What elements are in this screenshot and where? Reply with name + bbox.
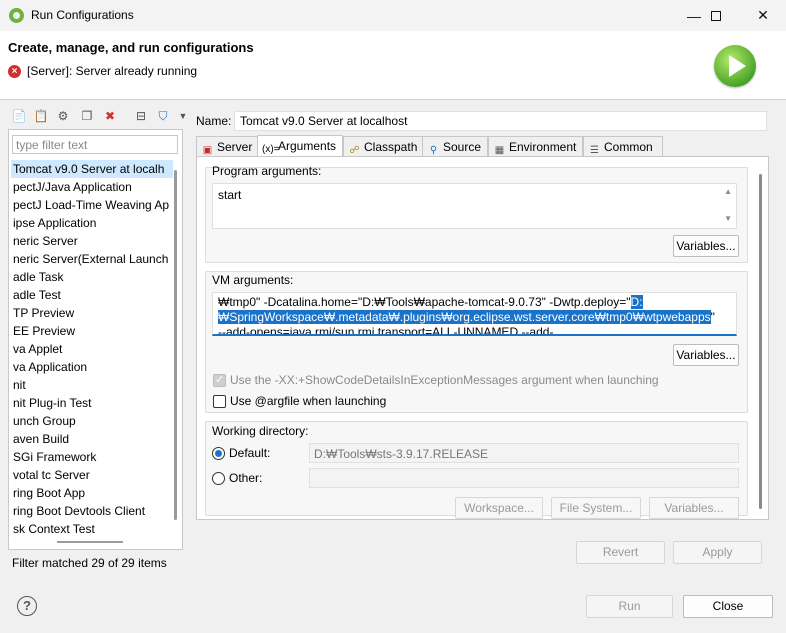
config-list: Tomcat v9.0 Server at localh pectJ/Java … bbox=[11, 160, 173, 540]
vm-arguments-label: VM arguments: bbox=[212, 273, 294, 287]
config-tree-pane: Tomcat v9.0 Server at localh pectJ/Java … bbox=[8, 129, 183, 550]
close-button[interactable]: Close bbox=[683, 595, 773, 618]
delete-icon[interactable]: ✖ bbox=[101, 107, 119, 125]
list-item[interactable]: TP Preview bbox=[11, 304, 173, 322]
vm-args-selected: D: bbox=[630, 295, 643, 309]
program-variables-button[interactable]: Variables... bbox=[673, 235, 739, 257]
vm-args-line1: ₩tmp0" -Dcatalina.home="D:₩Tools₩apache-… bbox=[218, 295, 631, 309]
list-item[interactable]: neric Server(External Launch bbox=[11, 250, 173, 268]
tab-common[interactable]: ☰ Common bbox=[583, 136, 663, 156]
list-item[interactable]: ring Boot App bbox=[11, 484, 173, 502]
new-prototype-icon[interactable]: 📋 bbox=[32, 107, 50, 125]
list-item[interactable]: ring Boot Devtools Client bbox=[11, 502, 173, 520]
list-item[interactable]: pectJ/Java Application bbox=[11, 178, 173, 196]
vm-arguments-group: VM arguments: ₩tmp0" -Dcatalina.home="D:… bbox=[205, 271, 748, 413]
vm-variables-button[interactable]: Variables... bbox=[673, 344, 739, 366]
other-radio[interactable] bbox=[212, 472, 225, 485]
panel-vertical-scrollbar[interactable] bbox=[759, 174, 762, 509]
apply-button[interactable]: Apply bbox=[673, 541, 762, 564]
title-bar: Run Configurations — ✕ bbox=[0, 0, 786, 31]
error-icon: × bbox=[8, 65, 21, 78]
filter-menu-icon[interactable]: ▼ bbox=[174, 107, 192, 125]
list-item[interactable]: unch Group bbox=[11, 412, 173, 430]
scroll-down-icon[interactable]: ▼ bbox=[724, 214, 732, 223]
list-item[interactable]: nit Plug-in Test bbox=[11, 394, 173, 412]
arguments-icon: (x)= bbox=[262, 144, 280, 155]
collapse-all-icon[interactable]: ⊟ bbox=[132, 107, 150, 125]
default-directory-field: D:₩Tools₩sts-3.9.17.RELEASE bbox=[309, 443, 739, 463]
list-item[interactable]: adle Test bbox=[11, 286, 173, 304]
list-horizontal-scrollbar[interactable] bbox=[57, 541, 123, 543]
header-title: Create, manage, and run configurations bbox=[8, 40, 254, 55]
default-label: Default: bbox=[229, 446, 271, 460]
list-item[interactable]: aven Build bbox=[11, 430, 173, 448]
help-icon[interactable]: ? bbox=[17, 596, 37, 616]
showcode-checkbox[interactable] bbox=[213, 373, 226, 387]
tab-server[interactable]: ▣ Server bbox=[196, 136, 258, 156]
name-input[interactable]: Tomcat v9.0 Server at localhost bbox=[234, 111, 767, 131]
list-vertical-scrollbar[interactable] bbox=[174, 170, 177, 520]
argfile-checkbox[interactable] bbox=[213, 395, 226, 408]
list-item[interactable]: adle Task bbox=[11, 268, 173, 286]
spring-app-icon bbox=[9, 8, 24, 23]
list-item[interactable]: va Application bbox=[11, 358, 173, 376]
program-arguments-textarea[interactable]: start ▲ ▼ bbox=[212, 183, 737, 229]
program-arguments-label: Program arguments: bbox=[212, 164, 322, 178]
list-item[interactable]: va Applet bbox=[11, 340, 173, 358]
tab-environment[interactable]: ▦ Environment bbox=[488, 136, 583, 156]
list-item[interactable]: neric Server bbox=[11, 232, 173, 250]
vm-args-selected-path: ₩SpringWorkspace₩.metadata₩.plugins₩org.… bbox=[218, 310, 711, 324]
list-item[interactable]: nit bbox=[11, 376, 173, 394]
filter-icon[interactable]: ⛉ bbox=[154, 107, 172, 125]
tab-classpath[interactable]: ☍ Classpath bbox=[343, 136, 423, 156]
working-directory-label: Working directory: bbox=[212, 424, 309, 438]
header-message: [Server]: Server already running bbox=[27, 64, 198, 78]
run-button[interactable]: Run bbox=[586, 595, 673, 618]
showcode-label: Use the -XX:+ShowCodeDetailsInExceptionM… bbox=[230, 373, 659, 387]
vm-args-line2-end: " bbox=[710, 310, 715, 324]
name-label: Name: bbox=[196, 114, 232, 128]
program-arguments-value: start bbox=[218, 188, 242, 202]
file-system-button[interactable]: File System... bbox=[551, 497, 641, 519]
list-item[interactable]: SGi Framework bbox=[11, 448, 173, 466]
other-directory-field[interactable] bbox=[309, 468, 739, 488]
list-item[interactable]: pectJ Load-Time Weaving Ap bbox=[11, 196, 173, 214]
list-item[interactable]: sk Context Test bbox=[11, 520, 173, 538]
workspace-button[interactable]: Workspace... bbox=[455, 497, 543, 519]
default-radio[interactable] bbox=[212, 447, 225, 460]
vm-args-line3: --add-opens=java.rmi/sun.rmi.transport=A… bbox=[218, 325, 554, 336]
filter-status: Filter matched 29 of 29 items bbox=[12, 556, 167, 570]
directory-variables-button[interactable]: Variables... bbox=[649, 497, 739, 519]
revert-button[interactable]: Revert bbox=[576, 541, 665, 564]
scroll-up-icon[interactable]: ▲ bbox=[724, 187, 732, 196]
duplicate-icon[interactable]: ❐ bbox=[78, 107, 96, 125]
export-icon[interactable]: ⚙ bbox=[54, 107, 72, 125]
tab-arguments[interactable]: (x)=Arguments bbox=[257, 135, 343, 157]
other-label: Other: bbox=[229, 471, 263, 485]
list-item[interactable]: Tomcat v9.0 Server at localh bbox=[11, 160, 173, 178]
arguments-panel: Program arguments: start ▲ ▼ Variables..… bbox=[196, 156, 769, 520]
tab-source[interactable]: ⚲ Source bbox=[422, 136, 488, 156]
run-banner-icon bbox=[714, 45, 756, 87]
working-directory-group: Working directory: Default: D:₩Tools₩sts… bbox=[205, 421, 748, 519]
program-arguments-group: Program arguments: start ▲ ▼ Variables..… bbox=[205, 164, 748, 263]
dialog-header: Create, manage, and run configurations ×… bbox=[0, 31, 786, 99]
window-title: Run Configurations bbox=[31, 8, 134, 22]
new-config-icon[interactable]: 📄 bbox=[10, 107, 28, 125]
argfile-label: Use @argfile when launching bbox=[230, 394, 387, 408]
list-item[interactable]: EE Preview bbox=[11, 322, 173, 340]
list-item[interactable]: votal tc Server bbox=[11, 466, 173, 484]
list-item[interactable]: ipse Application bbox=[11, 214, 173, 232]
vm-arguments-textarea[interactable]: ₩tmp0" -Dcatalina.home="D:₩Tools₩apache-… bbox=[212, 292, 737, 336]
close-window-button[interactable]: ✕ bbox=[740, 0, 786, 31]
filter-input[interactable] bbox=[12, 135, 178, 154]
maximize-button[interactable] bbox=[693, 0, 739, 31]
config-toolbar: 📄 📋 ⚙ ❐ ✖ ⊟ ⛉ ▼ bbox=[8, 107, 188, 127]
header-divider bbox=[0, 99, 786, 100]
